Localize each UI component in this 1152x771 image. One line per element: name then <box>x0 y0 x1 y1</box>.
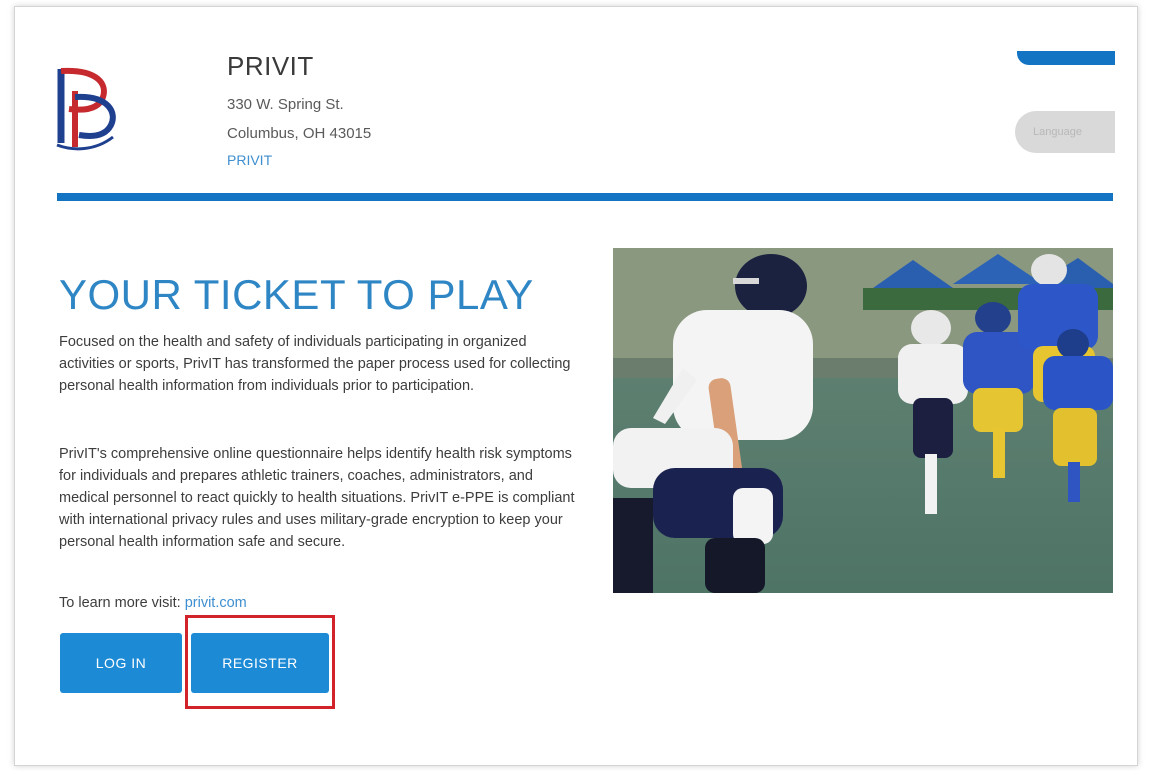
organization-info: PRIVIT 330 W. Spring St. Columbus, OH 43… <box>227 51 371 172</box>
learn-more: To learn more visit: privit.com <box>59 595 247 611</box>
address-line-2: Columbus, OH 43015 <box>227 125 372 142</box>
organization-link[interactable]: PRIVIT <box>227 148 272 172</box>
learn-more-prefix: To learn more visit: <box>59 595 181 611</box>
learn-more-link[interactable]: privit.com <box>185 595 247 611</box>
privit-logo-icon[interactable] <box>51 63 121 155</box>
header-divider <box>57 193 1113 201</box>
page-frame: PRIVIT 330 W. Spring St. Columbus, OH 43… <box>14 6 1138 766</box>
login-button[interactable]: LOG IN <box>60 633 182 693</box>
organization-name: PRIVIT <box>227 51 314 81</box>
details-paragraph: PrivIT's comprehensive online questionna… <box>59 446 575 550</box>
address-line-1: 330 W. Spring St. <box>227 96 344 113</box>
language-button[interactable]: Language <box>1015 111 1115 153</box>
football-players-photo-icon <box>613 248 1113 593</box>
header-tab[interactable] <box>1017 51 1115 65</box>
intro-paragraph: Focused on the health and safety of indi… <box>59 334 571 394</box>
register-button[interactable]: REGISTER <box>191 633 329 693</box>
page-headline: YOUR TICKET TO PLAY <box>59 271 534 318</box>
